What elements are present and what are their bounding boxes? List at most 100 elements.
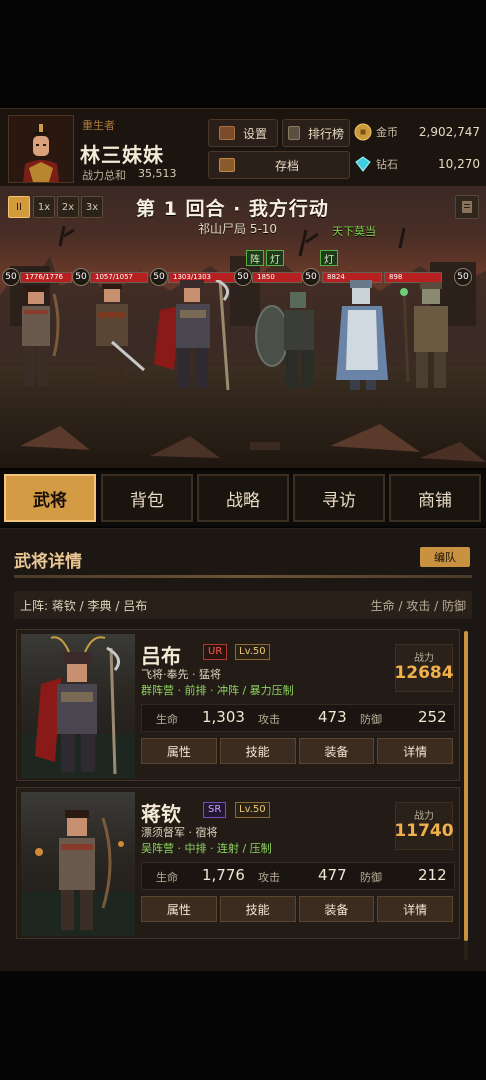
hero-power-box: 战力 11740 [394, 802, 454, 850]
enemy-2-hp-text: 8824 [327, 273, 345, 281]
hero-actions: 属性 技能 装备 详情 [141, 896, 453, 922]
def-value: 252 [418, 708, 447, 726]
tab-generals[interactable]: 武将 [4, 474, 96, 522]
def-label: 防御 [360, 871, 382, 884]
ranking-label: 排行榜 [307, 126, 344, 141]
equipment-button[interactable]: 装备 [298, 896, 375, 922]
ally-unit-lidian[interactable] [82, 282, 146, 394]
rarity-badge: SR [203, 802, 227, 818]
gold-coin-icon [354, 123, 372, 141]
total-power-value: 35,513 [138, 167, 177, 180]
skills-button[interactable]: 技能 [219, 896, 296, 922]
hero-title: 漂须督军 · 宿将 [141, 826, 218, 839]
formation-button[interactable]: 编队 [420, 547, 470, 567]
tab-strategy[interactable]: 战略 [197, 474, 289, 522]
enemy-unit-ghost-general[interactable] [332, 280, 392, 394]
save-icon [218, 158, 235, 172]
diamond-icon [355, 156, 371, 172]
details-button[interactable]: 详情 [377, 738, 453, 764]
hp-value: 1,303 [202, 708, 245, 726]
ally-unit-jiangqin[interactable] [14, 284, 60, 394]
player-header: 重生者 林三妹妹 战力总和 35,513 设置 排行榜 存档 金币 2,902,… [0, 108, 486, 188]
tab-recruit[interactable]: 寻访 [293, 474, 385, 522]
rubble-foreground [20, 424, 486, 462]
ally-3-hp-text: 1303/1303 [173, 273, 211, 281]
hero-stats: 生命 1,776 攻击 477 防御 212 [141, 862, 455, 890]
stat-legend: 生命 / 攻击 / 防御 [370, 598, 466, 613]
player-avatar[interactable] [8, 115, 74, 183]
hero-power-label: 战力 [414, 811, 434, 822]
hp-value: 1,776 [202, 866, 245, 884]
gem-display: 钻石 10,270 [354, 151, 480, 177]
speed-2x-button[interactable]: 2x [57, 196, 79, 218]
tab-shop[interactable]: 商铺 [389, 474, 481, 522]
hero-name: 吕布 [141, 644, 181, 668]
settings-label: 设置 [242, 126, 267, 141]
details-button[interactable]: 详情 [377, 896, 453, 922]
total-power-label: 战力总和 [82, 169, 126, 182]
speed-1x-button[interactable]: 1x [33, 196, 55, 218]
ally-2-hp-text: 1057/1057 [95, 273, 133, 281]
gem-value: 10,270 [438, 157, 480, 171]
hero-level: Lv.50 [235, 644, 270, 660]
chest-icon [218, 126, 235, 140]
buff-lamp: 灯 [266, 250, 284, 266]
atk-value: 473 [318, 708, 347, 726]
buff-lamp-2: 灯 [320, 250, 338, 266]
gold-display: 金币 2,902,747 [354, 119, 480, 145]
hero-level: Lv.50 [235, 802, 270, 818]
hero-power-label: 战力 [414, 653, 434, 664]
save-button[interactable]: 存档 [208, 151, 350, 179]
hero-power-box: 战力 12684 [394, 644, 454, 692]
scroll-icon [462, 201, 472, 213]
hp-label: 生命 [156, 713, 178, 726]
hero-card-jiangqin[interactable]: 蒋钦 SR Lv.50 漂须督军 · 宿将 吴阵营 · 中排 · 连射 / 压制… [16, 787, 460, 939]
lineup-bar: 上阵: 蒋钦 / 李典 / 吕布 生命 / 攻击 / 防御 [14, 591, 472, 619]
gold-value: 2,902,747 [418, 125, 480, 139]
atk-label: 攻击 [258, 713, 280, 726]
save-label: 存档 [274, 158, 299, 173]
panel-title: 武将详情 [14, 552, 82, 572]
hero-title: 飞将·奉先 · 猛将 [141, 668, 221, 681]
general-details-panel: 武将详情 编队 上阵: 蒋钦 / 李典 / 吕布 生命 / 攻击 / 防御 吕布… [0, 528, 486, 971]
speed-3x-button[interactable]: 3x [81, 196, 103, 218]
tab-backpack[interactable]: 背包 [101, 474, 193, 522]
title-divider [14, 575, 472, 578]
scrollbar-thumb[interactable] [464, 631, 468, 941]
attributes-button[interactable]: 属性 [141, 896, 217, 922]
main-tab-bar: 武将 背包 战略 寻访 商铺 [0, 470, 486, 526]
enemy-unit-zombie[interactable] [398, 282, 462, 394]
buff-formation: 阵 [246, 250, 264, 266]
hp-label: 生命 [156, 871, 178, 884]
pause-button[interactable]: II [8, 196, 30, 218]
atk-label: 攻击 [258, 871, 280, 884]
hero-actions: 属性 技能 装备 详情 [141, 738, 453, 764]
hero-portrait-lvbu [21, 634, 135, 778]
hero-name: 蒋钦 [141, 802, 181, 826]
atk-value: 477 [318, 866, 347, 884]
gem-label: 钻石 [376, 158, 398, 171]
skills-button[interactable]: 技能 [219, 738, 296, 764]
enemy-unit-shield-soldier[interactable] [254, 286, 326, 394]
hero-stats: 生命 1,303 攻击 473 防御 252 [141, 704, 455, 732]
equipment-button[interactable]: 装备 [298, 738, 375, 764]
rarity-badge: UR [203, 644, 228, 660]
hero-card-lvbu[interactable]: 吕布 UR Lv.50 飞将·奉先 · 猛将 群阵营 · 前排 · 冲阵 / 暴… [16, 629, 460, 781]
battle-menu-button[interactable] [455, 195, 479, 219]
stage-name: 祁山尸局 5-10 [198, 222, 278, 236]
hero-power-value: 11740 [394, 821, 454, 841]
trophy-icon [287, 126, 300, 140]
def-value: 212 [418, 866, 447, 884]
role-label: 重生者 [82, 119, 115, 132]
ally-unit-lvbu[interactable] [150, 280, 242, 396]
battle-scene: II 1x 2x 3x 第 1 回合 · 我方行动 祁山尸局 5-10 天下莫当… [0, 186, 486, 468]
lineup-text: 上阵: 蒋钦 / 李典 / 吕布 [20, 598, 148, 613]
gold-label: 金币 [376, 126, 398, 139]
enemy-3-hp-text: 898 [389, 273, 403, 281]
hero-tags: 群阵营 · 前排 · 冲阵 / 暴力压制 [141, 684, 294, 697]
player-name: 林三妹妹 [80, 143, 164, 167]
hero-power-value: 12684 [394, 663, 454, 683]
attributes-button[interactable]: 属性 [141, 738, 217, 764]
settings-button[interactable]: 设置 [208, 119, 278, 147]
ranking-button[interactable]: 排行榜 [282, 119, 350, 147]
